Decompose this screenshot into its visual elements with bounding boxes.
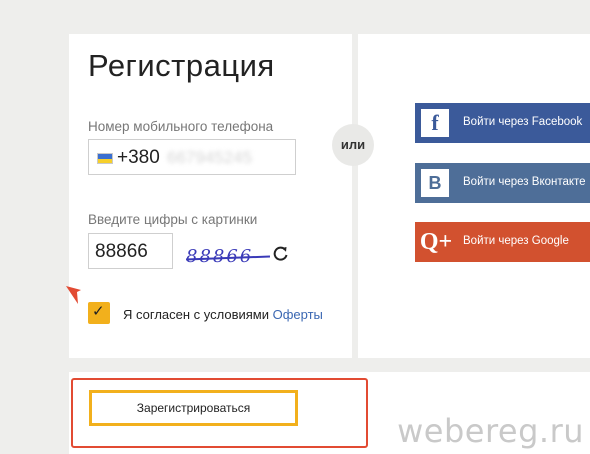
refresh-icon[interactable]: [272, 244, 290, 262]
captcha-image: 88866: [185, 246, 272, 268]
facebook-icon: f: [421, 109, 449, 137]
page-title: Регистрация: [88, 48, 275, 83]
captcha-input[interactable]: 88866: [88, 233, 173, 269]
checkmark-icon: ✓: [92, 303, 105, 320]
ukraine-flag-icon: [97, 153, 113, 164]
vk-login-button[interactable]: B Войти через Вконтакте: [415, 163, 590, 203]
phone-label: Номер мобильного телефона: [88, 119, 274, 134]
phone-input[interactable]: +380 667945245: [88, 139, 296, 175]
pointer-arrow-icon: [66, 286, 81, 304]
captcha-label: Введите цифры с картинки: [88, 212, 258, 227]
register-button[interactable]: Зарегистрироваться: [89, 390, 298, 426]
agree-text: Я согласен с условиями: [123, 307, 273, 322]
google-login-label: Войти через Google: [463, 235, 569, 247]
offer-link[interactable]: Оферты: [273, 307, 323, 322]
watermark: webereg.ru: [397, 412, 584, 450]
vk-icon: B: [421, 169, 449, 197]
phone-prefix: +380: [117, 147, 160, 168]
google-login-button[interactable]: Q+ Войти через Google: [415, 222, 590, 262]
agree-checkbox[interactable]: ✓: [88, 302, 110, 324]
vk-login-label: Войти через Вконтакте: [463, 176, 586, 188]
facebook-login-button[interactable]: f Войти через Facebook: [415, 103, 590, 143]
facebook-login-label: Войти через Facebook: [463, 116, 583, 128]
google-plus-icon: Q+: [419, 229, 453, 255]
captcha-input-value: 88866: [95, 241, 148, 262]
agree-label: Я согласен с условиями Оферты: [123, 307, 323, 322]
or-divider: или: [332, 124, 374, 166]
phone-number-blurred: 667945245: [167, 148, 253, 167]
